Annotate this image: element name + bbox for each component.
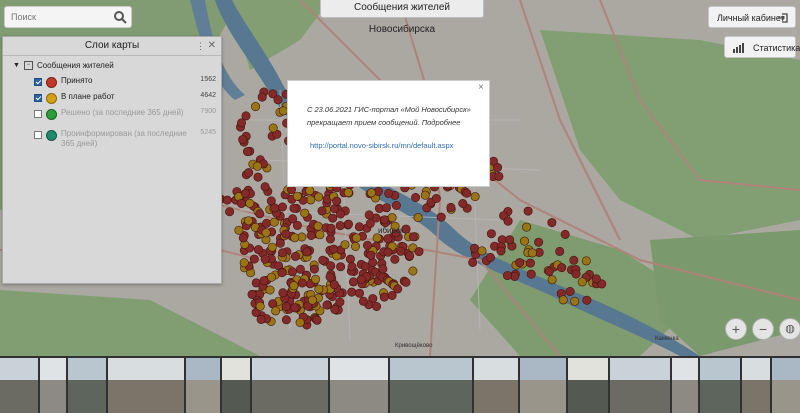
layer-count: 1562 (200, 76, 216, 83)
photo-thumbnail[interactable] (568, 358, 608, 413)
account-button[interactable]: Личный кабинет (708, 6, 796, 28)
layers-panel: Слои карты ⋮ ✕ ▼ − Сообщения жителей При… (2, 36, 222, 284)
photo-thumbnail[interactable] (222, 358, 250, 413)
photo-thumbnail[interactable] (0, 358, 38, 413)
red-marker-icon (46, 77, 57, 88)
layer-group-label: Сообщения жителей (36, 61, 114, 70)
layer-label: В плане работ (61, 92, 115, 101)
more-options-icon[interactable]: ⋮ (196, 37, 205, 55)
group-collapse-icon[interactable]: − (23, 61, 33, 70)
search-box[interactable] (4, 6, 132, 28)
layer-checkbox[interactable] (34, 78, 42, 86)
photo-thumbnail[interactable] (186, 358, 220, 413)
teal-marker-icon (46, 130, 57, 141)
photo-thumbnail[interactable] (108, 358, 184, 413)
search-icon[interactable] (113, 10, 127, 24)
photo-strip[interactable] (0, 356, 800, 413)
layer-label: Проинформирован (за последние 365 дней) (61, 129, 187, 148)
photo-thumbnail[interactable] (330, 358, 388, 413)
search-input[interactable] (5, 7, 117, 27)
photo-thumbnail[interactable] (672, 358, 698, 413)
green-marker-icon (46, 109, 57, 120)
page-title: Сообщения жителей Новосибирска (320, 0, 484, 35)
photo-thumbnail[interactable] (610, 358, 670, 413)
layer-group[interactable]: ▼ − Сообщения жителей (13, 61, 114, 70)
notice-text: С 23.06.2021 ГИС-портал «Мой Новосибирск… (307, 105, 471, 127)
zoom-out-button[interactable]: − (752, 318, 774, 340)
close-icon[interactable]: ✕ (208, 37, 216, 55)
yellow-marker-icon (46, 93, 57, 104)
layer-checkbox[interactable] (34, 131, 42, 139)
photo-thumbnail[interactable] (390, 358, 472, 413)
photo-thumbnail[interactable] (772, 358, 800, 413)
photo-thumbnail[interactable] (474, 358, 518, 413)
layer-item-resolved[interactable]: Решено (за последние 365 дней) 7900 (34, 108, 216, 122)
layer-count: 4642 (200, 92, 216, 99)
zoom-in-button[interactable]: + (725, 318, 747, 340)
photo-thumbnail[interactable] (742, 358, 770, 413)
layer-checkbox[interactable] (34, 110, 42, 118)
photo-thumbnail[interactable] (252, 358, 328, 413)
photo-thumbnail[interactable] (40, 358, 66, 413)
photo-thumbnail[interactable] (700, 358, 740, 413)
layers-panel-title: Слои карты (84, 40, 140, 51)
photo-thumbnail[interactable] (68, 358, 106, 413)
layer-item-informed[interactable]: Проинформирован (за последние 365 дней) … (34, 129, 216, 148)
layer-count: 7900 (200, 108, 216, 115)
statistics-button[interactable]: Статистика (724, 36, 800, 58)
layer-item-planned[interactable]: В плане работ 4642 (34, 92, 216, 106)
layer-label: Принято (61, 76, 93, 85)
account-label: Личный кабинет (717, 13, 785, 23)
statistics-label: Статистика (753, 43, 800, 53)
layer-label: Решено (за последние 365 дней) (61, 108, 184, 117)
close-icon[interactable]: × (478, 82, 484, 93)
layer-item-accepted[interactable]: Принято 1562 (34, 76, 216, 90)
bar-chart-icon (733, 43, 744, 53)
photo-thumbnail[interactable] (520, 358, 566, 413)
notice-dialog: × С 23.06.2021 ГИС-портал «Мой Новосибир… (287, 80, 490, 187)
layer-count: 5245 (200, 129, 216, 136)
layers-panel-header: Слои карты ⋮ ✕ (3, 37, 221, 56)
globe-icon[interactable]: ◍ (779, 318, 800, 340)
expand-arrow-icon[interactable]: ▼ (13, 62, 20, 69)
notice-link[interactable]: http://portal.novo-sibirsk.ru/mn/default… (310, 141, 453, 150)
login-icon (778, 13, 788, 23)
layer-checkbox[interactable] (34, 94, 42, 102)
